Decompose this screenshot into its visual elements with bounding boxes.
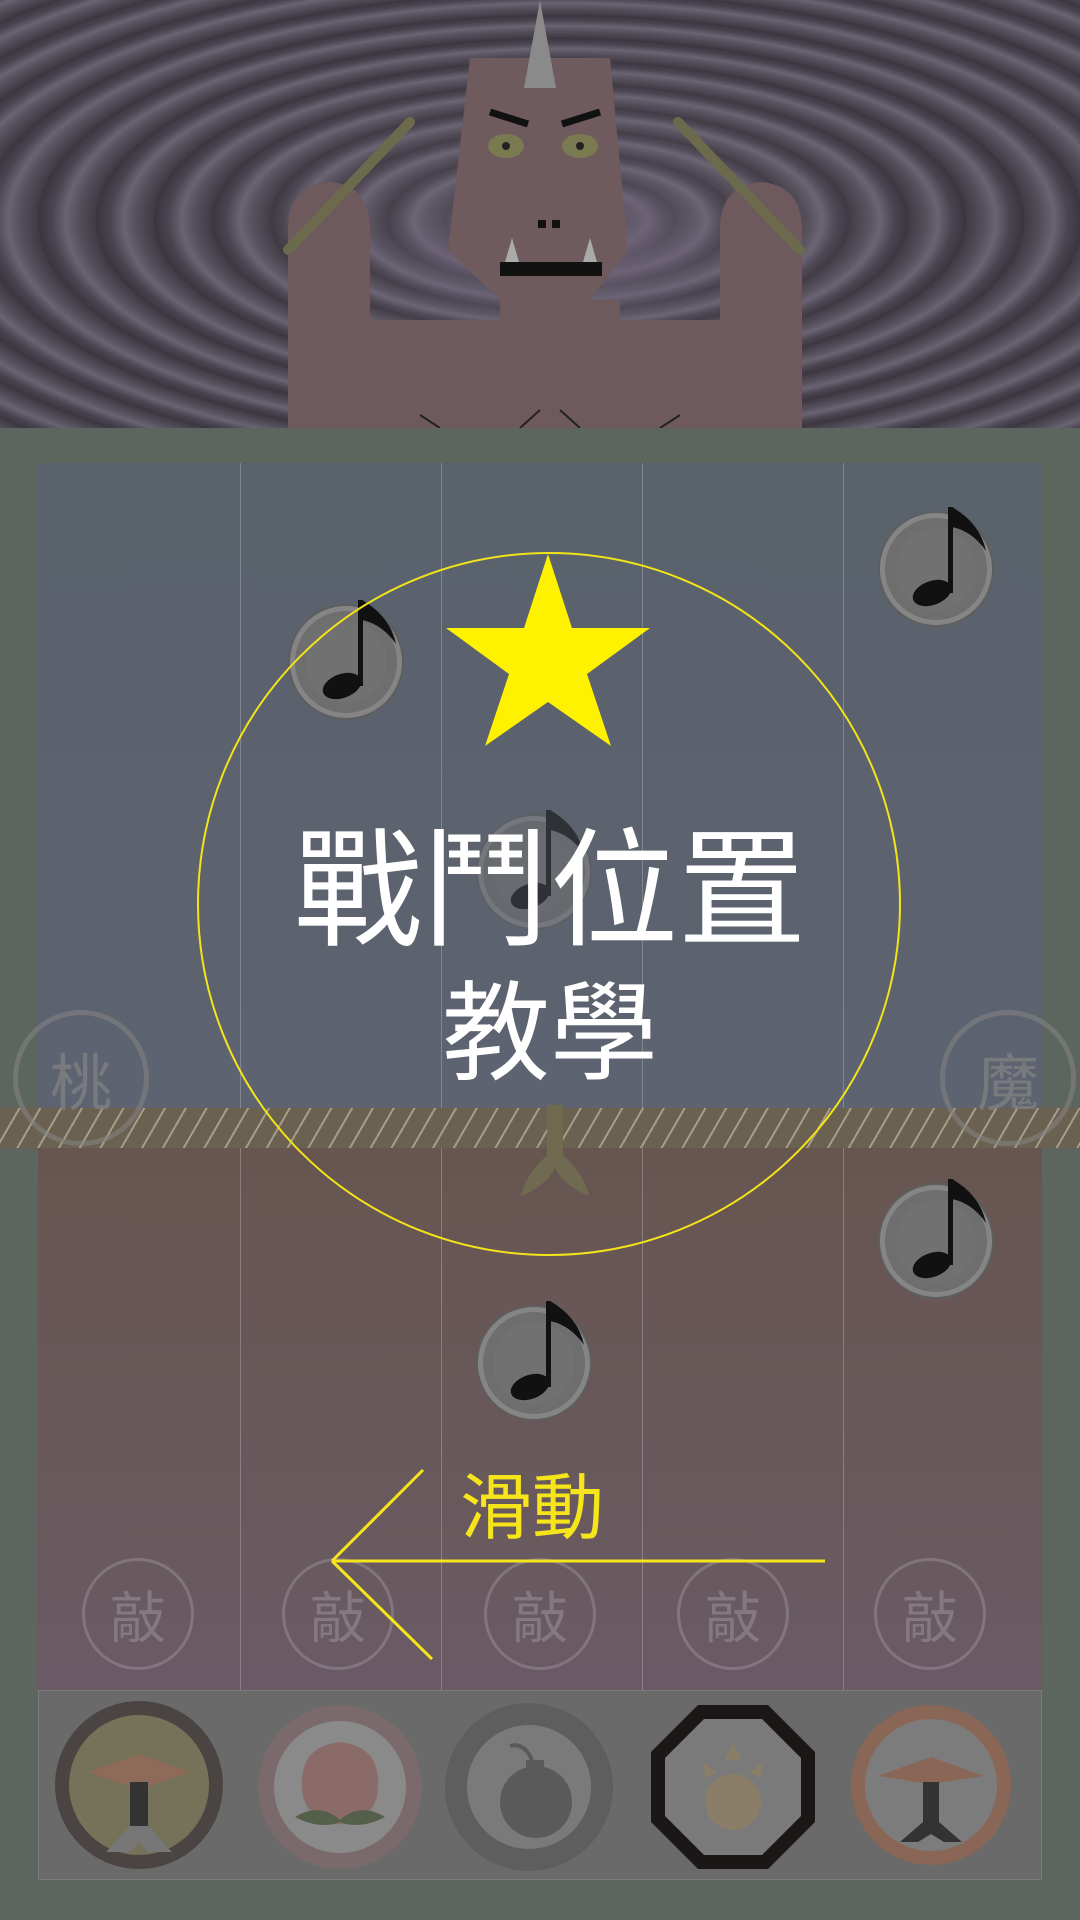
item-slot-1[interactable] (48, 1694, 223, 1869)
tap-zone-1[interactable]: 敲 (82, 1558, 194, 1670)
tap-zone-label: 敲 (902, 1586, 958, 1652)
tutorial-subtitle: 教學 (441, 972, 658, 1097)
tap-zone-label: 敲 (110, 1586, 166, 1652)
bomb-icon (445, 1703, 613, 1871)
star-icon (446, 554, 650, 746)
music-note-icon[interactable] (880, 507, 992, 625)
tutorial-title: 戰鬥位置 (293, 817, 806, 966)
oni-boss (283, 0, 805, 428)
music-note-icon[interactable] (880, 1179, 992, 1297)
item-slot-5[interactable] (848, 1702, 1018, 1872)
drum-stand-icon (55, 1701, 223, 1869)
music-note-icon[interactable] (478, 1301, 590, 1419)
player-side-marker: 桃 (13, 1010, 149, 1146)
peach-icon (258, 1705, 422, 1869)
item-slot-4-selected[interactable] (648, 1702, 818, 1872)
player-side-label: 桃 (49, 1047, 112, 1120)
enemy-side-label: 魔 (976, 1047, 1039, 1120)
item-slot-3[interactable] (444, 1702, 614, 1872)
octagon-shield-icon (651, 1705, 815, 1869)
item-slot-2[interactable] (255, 1702, 425, 1872)
enemy-side-marker: 魔 (940, 1010, 1076, 1146)
swipe-left-arrow-icon (330, 1468, 825, 1661)
tap-zone-5[interactable]: 敲 (874, 1558, 986, 1670)
drum-stand-icon (851, 1705, 1011, 1865)
boss-area (0, 0, 1080, 428)
